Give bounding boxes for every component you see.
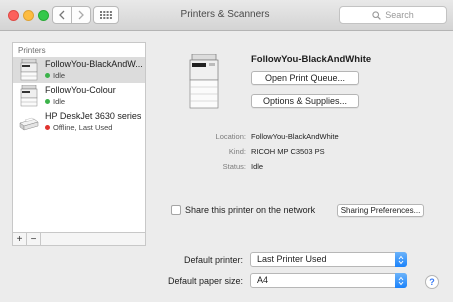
chevron-left-icon [59,10,65,20]
search-icon [372,10,382,20]
printer-name: FollowYou-BlackAndW... [45,59,143,69]
printer-status: Idle [45,97,65,106]
remove-printer-button[interactable]: − [27,233,41,245]
status-offline-dot [45,125,50,130]
kind-value: RICOH MP C3503 PS [251,147,325,156]
add-printer-button[interactable]: + [13,233,27,245]
popup-stepper-icon [395,273,407,288]
main-content: Printers FollowYou-BlackAndW... Idle Fol… [0,32,453,302]
search-field[interactable]: Search [339,6,447,24]
printer-item-followyou-colour[interactable]: FollowYou-Colour Idle [13,83,145,109]
status-value: Idle [251,162,264,171]
window-title: Printers & Scanners [180,9,270,20]
kind-label: Kind: [228,147,246,156]
close-window-button[interactable] [8,10,19,21]
open-print-queue-button[interactable]: Open Print Queue... [251,71,359,85]
printer-status-text: Idle [53,97,66,106]
sharing-preferences-button[interactable]: Sharing Preferences... [337,204,424,217]
printer-status: Offline, Last Used [45,123,112,132]
printer-list[interactable]: Printers FollowYou-BlackAndW... Idle Fol… [12,42,146,233]
zoom-window-button[interactable] [38,10,49,21]
forward-button[interactable] [71,6,91,24]
printer-item-followyou-bw[interactable]: FollowYou-BlackAndW... Idle [13,57,145,83]
default-paper-popup[interactable]: A4 [250,273,407,288]
printer-status: Idle [45,71,65,80]
printer-list-header: Printers [18,46,46,55]
status-idle-dot [45,99,50,104]
chevron-right-icon [78,10,84,20]
printer-copier-icon [20,85,38,107]
search-placeholder: Search [385,10,414,20]
printer-list-footer: + − [12,233,146,246]
status-label: Status: [222,162,246,171]
printer-status-text: Idle [53,71,66,80]
show-all-button[interactable] [93,6,119,24]
default-printer-popup[interactable]: Last Printer Used [250,252,407,267]
options-supplies-button[interactable]: Options & Supplies... [251,94,359,108]
status-idle-dot [45,73,50,78]
back-button[interactable] [52,6,72,24]
popup-stepper-icon [395,252,407,267]
printer-item-hp-deskjet[interactable]: HP DeskJet 3630 series Offline, Last Use… [13,109,145,135]
help-button[interactable]: ? [425,275,439,289]
default-paper-value: A4 [257,275,269,285]
location-label: Location: [215,132,246,141]
default-paper-label: Default paper size: [167,276,243,286]
minimize-window-button[interactable] [23,10,34,21]
default-printer-label: Default printer: [183,255,243,265]
printer-name: FollowYou-Colour [45,85,116,95]
share-printer-checkbox[interactable] [171,205,181,215]
printer-copier-icon [20,59,38,81]
default-printer-value: Last Printer Used [257,254,327,264]
printer-title: FollowYou-BlackAndWhite [251,54,372,65]
printer-large-icon [189,54,219,109]
printer-name: HP DeskJet 3630 series [45,111,142,121]
grid-icon [100,11,112,19]
title-bar: Printers & Scanners Search [0,0,453,31]
share-printer-label[interactable]: Share this printer on the network [185,205,315,215]
inkjet-printer-icon [19,117,39,131]
location-value: FollowYou-BlackAndWhite [251,132,339,141]
printer-status-text: Offline, Last Used [53,123,113,132]
